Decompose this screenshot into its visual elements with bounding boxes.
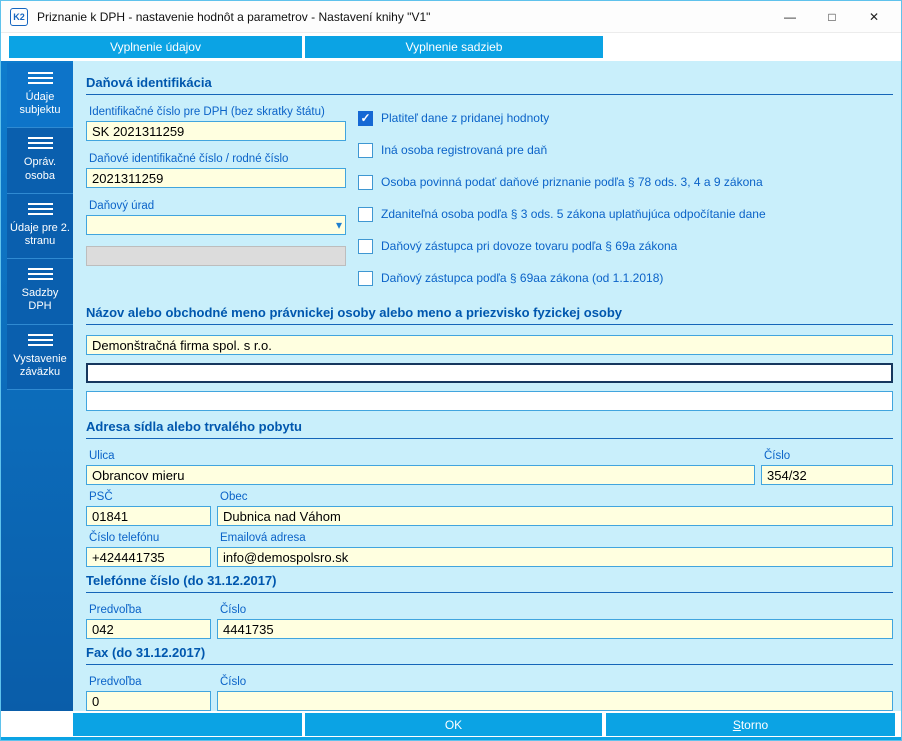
checkbox-zastupca-69aa[interactable]: ✓ Daňový zástupca podľa § 69aa zákona (o… xyxy=(358,267,893,289)
close-icon: ✕ xyxy=(868,9,880,24)
checkbox-label: Iná osoba registrovaná pre daň xyxy=(381,143,548,157)
checkbox-platitel-dph[interactable]: ✓ Platiteľ dane z pridanej hodnoty xyxy=(358,107,893,129)
maximize-button[interactable]: □ xyxy=(811,3,853,31)
checkbox-zdanitelna-osoba[interactable]: ✓ Zdaniteľná osoba podľa § 3 ods. 5 záko… xyxy=(358,203,893,225)
section-title-tax-identification: Daňová identifikácia xyxy=(86,75,893,95)
checkbox-label: Osoba povinná podať daňové priznanie pod… xyxy=(381,175,763,189)
content-panel: Daňová identifikácia Identifikačné číslo… xyxy=(73,61,901,711)
fax-prefix-input[interactable] xyxy=(86,691,211,711)
zip-input[interactable] xyxy=(86,506,211,526)
phone2017-prefix-label: Predvoľba xyxy=(89,604,142,616)
street-number-label: Číslo xyxy=(764,450,791,462)
check-icon: ✓ xyxy=(360,111,371,125)
menu-icon xyxy=(27,333,53,336)
zip-label: PSČ xyxy=(89,491,113,503)
ok-button[interactable]: OK xyxy=(305,713,602,736)
checkbox-box[interactable]: ✓ xyxy=(358,270,373,286)
company-name-input-1[interactable] xyxy=(86,335,893,355)
sidebar-item-vystavenie-zavazku[interactable]: Vystavenie záväzku xyxy=(7,324,73,390)
checkbox-box[interactable]: ✓ xyxy=(358,238,373,254)
company-name-input-2[interactable] xyxy=(86,363,893,383)
checkbox-box[interactable]: ✓ xyxy=(358,206,373,222)
titlebar: K2 Priznanie k DPH - nastavenie hodnôt a… xyxy=(1,1,901,33)
tab-vyplnenie-sadzieb[interactable]: Vyplnenie sadzieb xyxy=(305,36,603,58)
tax-office-label: Daňový úrad xyxy=(89,200,155,212)
storno-accel: S xyxy=(732,717,741,732)
email-label: Emailová adresa xyxy=(220,532,306,544)
sidebar-item-label: Opráv. osoba xyxy=(23,156,57,182)
vat-id-input[interactable] xyxy=(86,121,346,141)
city-input[interactable] xyxy=(217,506,893,526)
storno-rest: torno xyxy=(740,717,769,732)
fax-prefix-label: Predvoľba xyxy=(89,676,142,688)
sidebar: Údaje subjektu Opráv. osoba Údaje pre 2.… xyxy=(1,61,73,711)
street-input[interactable] xyxy=(86,465,755,485)
checkbox-label: Daňový zástupca podľa § 69aa zákona (od … xyxy=(381,271,664,285)
phone-input[interactable] xyxy=(86,547,211,567)
section-fax-2017: Fax (do 31.12.2017) Predvoľba Číslo xyxy=(86,645,893,711)
sidebar-item-label: Vystavenie záväzku xyxy=(13,352,67,378)
checkbox-osoba-povinna[interactable]: ✓ Osoba povinná podať daňové priznanie p… xyxy=(358,171,893,193)
phone2017-number-label: Číslo xyxy=(220,604,247,616)
tax-office-select[interactable] xyxy=(86,215,346,235)
fax-number-label: Číslo xyxy=(220,676,247,688)
sidebar-item-label: Údaje subjektu xyxy=(19,91,61,117)
section-title-address: Adresa sídla alebo trvalého pobytu xyxy=(86,419,893,439)
city-label: Obec xyxy=(220,491,248,503)
sidebar-item-opravnena-osoba[interactable]: Opráv. osoba xyxy=(7,128,73,194)
menu-icon xyxy=(27,202,53,205)
checkbox-label: Daňový zástupca pri dovoze tovaru podľa … xyxy=(381,239,678,253)
checkbox-label: Platiteľ dane z pridanej hodnoty xyxy=(381,111,550,125)
window-title: Priznanie k DPH - nastavenie hodnôt a pa… xyxy=(37,9,431,24)
phone2017-number-input[interactable] xyxy=(217,619,893,639)
phone-label: Číslo telefónu xyxy=(89,532,160,544)
tax-id-label: Daňové identifikačné číslo / rodné číslo xyxy=(89,153,289,165)
dialog-window: K2 Priznanie k DPH - nastavenie hodnôt a… xyxy=(0,0,902,741)
sidebar-item-label: Sadzby DPH xyxy=(21,287,59,313)
checkbox-label: Zdaniteľná osoba podľa § 3 ods. 5 zákona… xyxy=(381,207,766,221)
footer: OK Storno xyxy=(1,711,901,740)
window-controls: — □ ✕ xyxy=(769,3,895,31)
checkbox-box[interactable]: ✓ xyxy=(358,110,373,126)
section-company-name: Názov alebo obchodné meno právnickej oso… xyxy=(86,305,893,411)
checkbox-ina-osoba[interactable]: ✓ Iná osoba registrovaná pre daň xyxy=(358,139,893,161)
sidebar-item-udaje-subjektu[interactable]: Údaje subjektu xyxy=(7,63,73,129)
email-input[interactable] xyxy=(217,547,893,567)
app-icon[interactable]: K2 xyxy=(10,7,28,26)
street-label: Ulica xyxy=(89,450,115,462)
checkbox-box[interactable]: ✓ xyxy=(358,174,373,190)
sidebar-item-sadzby-dph[interactable]: Sadzby DPH xyxy=(7,259,73,325)
fax-number-input[interactable] xyxy=(217,691,893,711)
street-number-input[interactable] xyxy=(761,465,893,485)
section-title-phone-2017: Telefónne číslo (do 31.12.2017) xyxy=(86,573,893,593)
minimize-icon: — xyxy=(784,9,796,24)
section-tax-identification: Daňová identifikácia Identifikačné číslo… xyxy=(86,75,893,299)
section-address: Adresa sídla alebo trvalého pobytu Ulica… xyxy=(86,419,893,567)
sidebar-item-udaje-pre-2-stranu[interactable]: Údaje pre 2. stranu xyxy=(7,193,73,260)
minimize-button[interactable]: — xyxy=(769,3,811,31)
checkbox-zastupca-dovoz[interactable]: ✓ Daňový zástupca pri dovoze tovaru podľ… xyxy=(358,235,893,257)
vat-id-label: Identifikačné číslo pre DPH (bez skratky… xyxy=(89,106,325,118)
section-title-company-name: Názov alebo obchodné meno právnickej oso… xyxy=(86,305,893,325)
company-name-input-3[interactable] xyxy=(86,391,893,411)
tabbar: Vyplnenie údajov Vyplnenie sadzieb xyxy=(1,33,901,61)
tab-vyplnenie-udajov[interactable]: Vyplnenie údajov xyxy=(9,36,302,58)
main-area: Údaje subjektu Opráv. osoba Údaje pre 2.… xyxy=(1,61,901,711)
menu-icon xyxy=(27,268,53,271)
sidebar-item-label: Údaje pre 2. stranu xyxy=(10,221,70,247)
maximize-icon: □ xyxy=(828,9,836,24)
footer-strip xyxy=(73,713,302,736)
menu-icon xyxy=(27,137,53,140)
section-title-fax-2017: Fax (do 31.12.2017) xyxy=(86,645,893,665)
storno-button[interactable]: Storno xyxy=(606,713,895,736)
tax-id-input[interactable] xyxy=(86,168,346,188)
section-phone-2017: Telefónne číslo (do 31.12.2017) Predvoľb… xyxy=(86,573,893,639)
checkbox-box[interactable]: ✓ xyxy=(358,142,373,158)
close-button[interactable]: ✕ xyxy=(853,3,895,31)
tax-office-name-input xyxy=(86,246,346,266)
phone2017-prefix-input[interactable] xyxy=(86,619,211,639)
menu-icon xyxy=(27,72,53,74)
